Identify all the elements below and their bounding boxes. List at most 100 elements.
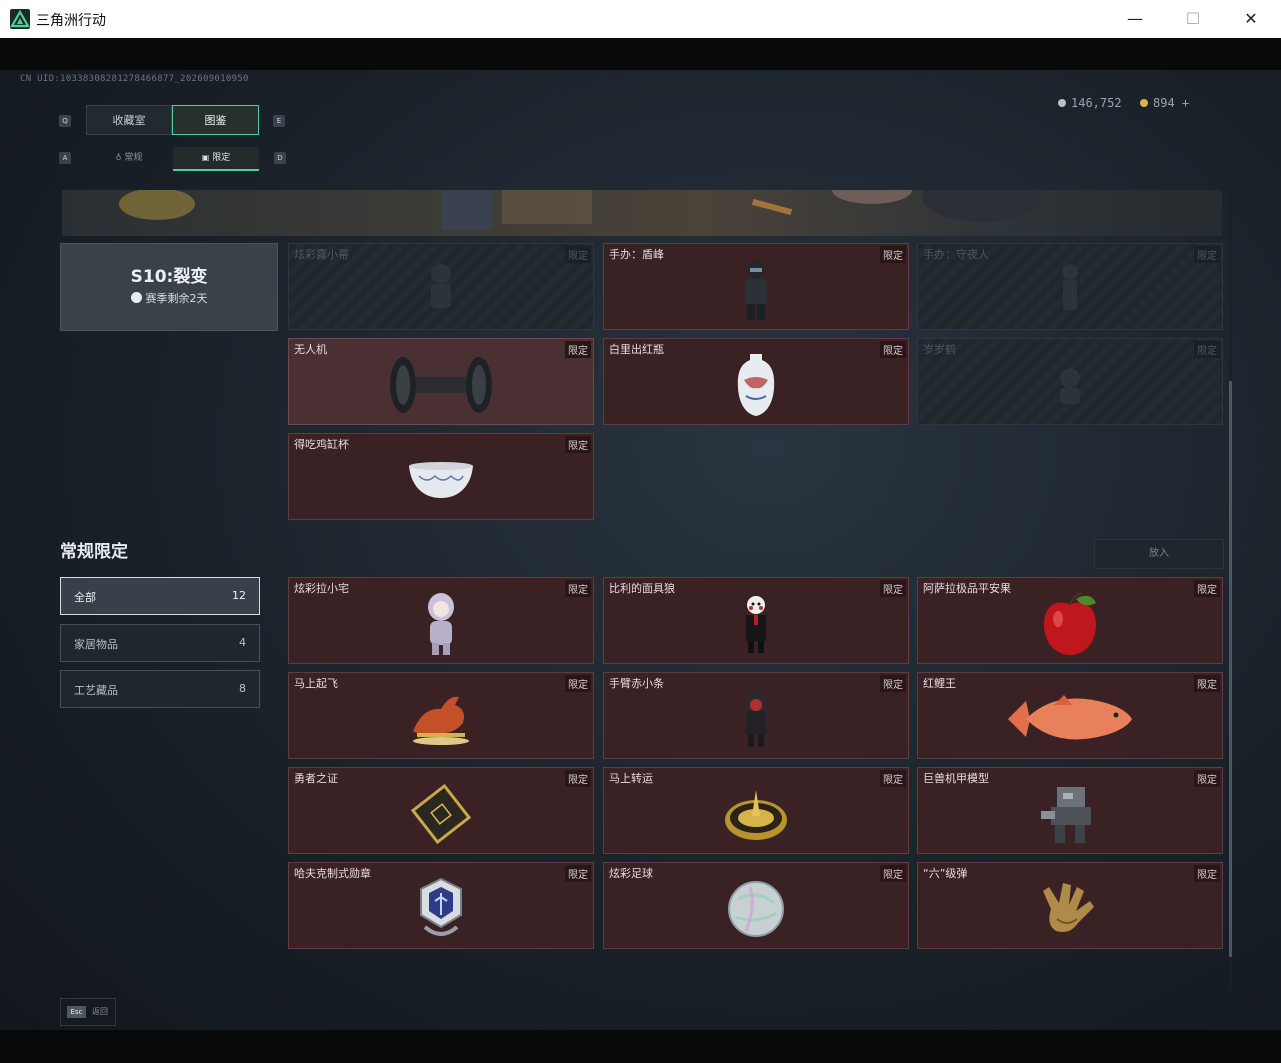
collectible-card[interactable]: 勇者之证 限定 <box>288 767 594 854</box>
collectible-card[interactable]: 无人机 限定 <box>288 338 594 425</box>
filter-label: 家居物品 <box>74 638 118 651</box>
limited-badge: 限定 <box>1194 580 1220 597</box>
clock-icon <box>130 292 142 303</box>
card-name: 炫彩足球 <box>609 867 653 880</box>
filter-all[interactable]: 全部 12 <box>60 577 260 615</box>
card-name: 手办：守夜人 <box>923 248 989 261</box>
gold-currency[interactable]: 894 + <box>1140 96 1189 110</box>
card-name: 阿萨拉极品平安果 <box>923 582 1011 595</box>
card-name: 岁岁鹤 <box>923 343 956 356</box>
mech-icon <box>1037 781 1103 851</box>
tab-collection-room[interactable]: 收藏室 <box>86 105 172 135</box>
flame-icon: ♁ <box>115 153 122 162</box>
collectible-card[interactable]: 哈夫克制式勋章 限定 <box>288 862 594 949</box>
collectible-card[interactable]: 炫彩拉小宅 限定 <box>288 577 594 664</box>
limited-badge: 限定 <box>565 246 591 263</box>
season-title: S10:裂变 <box>130 267 208 287</box>
limited-badge: 限定 <box>880 341 906 358</box>
bowl-icon <box>407 460 475 504</box>
silver-amount: 146,752 <box>1071 96 1122 110</box>
limited-badge: 限定 <box>1194 341 1220 358</box>
subtab-regular-label: 常规 <box>124 153 143 163</box>
collectible-card[interactable]: 手办：守夜人 限定 <box>917 243 1223 330</box>
limited-badge: 限定 <box>565 580 591 597</box>
card-icon <box>408 781 474 851</box>
section-title: 常规限定 <box>60 542 128 562</box>
top-letterbox <box>0 38 1281 70</box>
close-icon: ✕ <box>1244 9 1258 28</box>
card-name: 巨兽机甲模型 <box>923 772 989 785</box>
limited-badge: 限定 <box>880 770 906 787</box>
bottom-letterbox <box>0 1030 1281 1063</box>
doll-icon <box>423 591 459 661</box>
card-name: 勇者之证 <box>294 772 338 785</box>
collectible-card[interactable]: 岁岁鹤 限定 <box>917 338 1223 425</box>
gold-amount: 894 + <box>1153 96 1190 110</box>
filter-count: 4 <box>239 636 246 649</box>
limited-badge: 限定 <box>880 675 906 692</box>
filter-label: 工艺藏品 <box>74 684 118 697</box>
game-viewport: CN UID:10338308281278466877_202609010950… <box>0 38 1281 1063</box>
collectible-card[interactable]: “六”级弹 限定 <box>917 862 1223 949</box>
filter-household[interactable]: 家居物品 4 <box>60 624 260 662</box>
limited-badge: 限定 <box>565 341 591 358</box>
compass-disc-icon <box>723 786 789 846</box>
season-remaining: 赛季剩余2天 <box>61 290 277 306</box>
collectible-card[interactable]: 手办：盾峰 限定 <box>603 243 909 330</box>
collectible-card[interactable]: 马上起飞 限定 <box>288 672 594 759</box>
back-button[interactable]: Esc 返回 <box>60 998 116 1026</box>
card-name: 手办：盾峰 <box>609 248 664 261</box>
collectible-card[interactable]: 手臂赤小条 限定 <box>603 672 909 759</box>
card-name: 白里出红瓶 <box>609 343 664 356</box>
tab-codex[interactable]: 图鉴 <box>172 105 259 135</box>
collectible-card[interactable]: 马上转运 限定 <box>603 767 909 854</box>
collectible-card[interactable]: 比利的面具狼 限定 <box>603 577 909 664</box>
esc-key-hint: Esc <box>67 1006 86 1018</box>
season-panel[interactable]: S10:裂变 赛季剩余2天 <box>60 243 278 331</box>
collectible-card[interactable]: 阿萨拉极品平安果 限定 <box>917 577 1223 664</box>
subtab-limited[interactable]: ▣ 限定 <box>173 147 259 171</box>
tab-prev-key-hint: Q <box>59 115 71 127</box>
vase-icon <box>736 352 776 422</box>
apple-icon <box>1040 591 1100 661</box>
limited-badge: 限定 <box>1194 246 1220 263</box>
collectible-card[interactable]: 白里出红瓶 限定 <box>603 338 909 425</box>
filter-count: 12 <box>232 589 246 602</box>
collectible-card[interactable]: 得吃鸡缸杯 限定 <box>288 433 594 520</box>
silver-coin-icon <box>1058 99 1066 107</box>
back-label: 返回 <box>92 1007 108 1016</box>
filter-label: 全部 <box>74 591 96 604</box>
collectible-card[interactable]: 炫彩足球 限定 <box>603 862 909 949</box>
maximize-button[interactable]: ☐ <box>1164 0 1222 38</box>
subtab-next-key-hint: D <box>274 152 286 164</box>
card-name: 马上转运 <box>609 772 653 785</box>
player-uid: CN UID:10338308281278466877_202609010950 <box>20 74 249 84</box>
card-name: 马上起飞 <box>294 677 338 690</box>
minimize-icon: — <box>1127 9 1143 28</box>
minimize-button[interactable]: — <box>1106 0 1164 38</box>
app-logo-icon <box>10 9 30 29</box>
card-name: 炫彩拉小宅 <box>294 582 349 595</box>
limited-badge: 限定 <box>1194 770 1220 787</box>
figure-icon <box>421 260 461 324</box>
card-name: 哈夫克制式勋章 <box>294 867 371 880</box>
limited-badge: 限定 <box>1194 865 1220 882</box>
medal-icon <box>415 877 467 945</box>
filter-count: 8 <box>239 682 246 695</box>
scrollbar-thumb[interactable] <box>1229 381 1232 957</box>
card-name: 无人机 <box>294 343 327 356</box>
put-in-button[interactable]: 放入 <box>1094 539 1224 569</box>
season-banner-image <box>62 190 1222 236</box>
collectible-card[interactable]: 炫彩露小蒂 限定 <box>288 243 594 330</box>
tab-next-key-hint: E <box>273 115 285 127</box>
hooded-figure-icon <box>738 689 774 753</box>
drone-icon <box>383 353 499 421</box>
close-button[interactable]: ✕ <box>1222 0 1280 38</box>
subtab-regular[interactable]: ♁ 常规 <box>86 147 172 169</box>
collectible-card[interactable]: 巨兽机甲模型 限定 <box>917 767 1223 854</box>
filter-crafts[interactable]: 工艺藏品 8 <box>60 670 260 708</box>
card-name: “六”级弹 <box>923 867 968 880</box>
collectible-card[interactable]: 红鲤王 限定 <box>917 672 1223 759</box>
subtab-prev-key-hint: A <box>59 152 71 164</box>
limited-badge: 限定 <box>880 580 906 597</box>
